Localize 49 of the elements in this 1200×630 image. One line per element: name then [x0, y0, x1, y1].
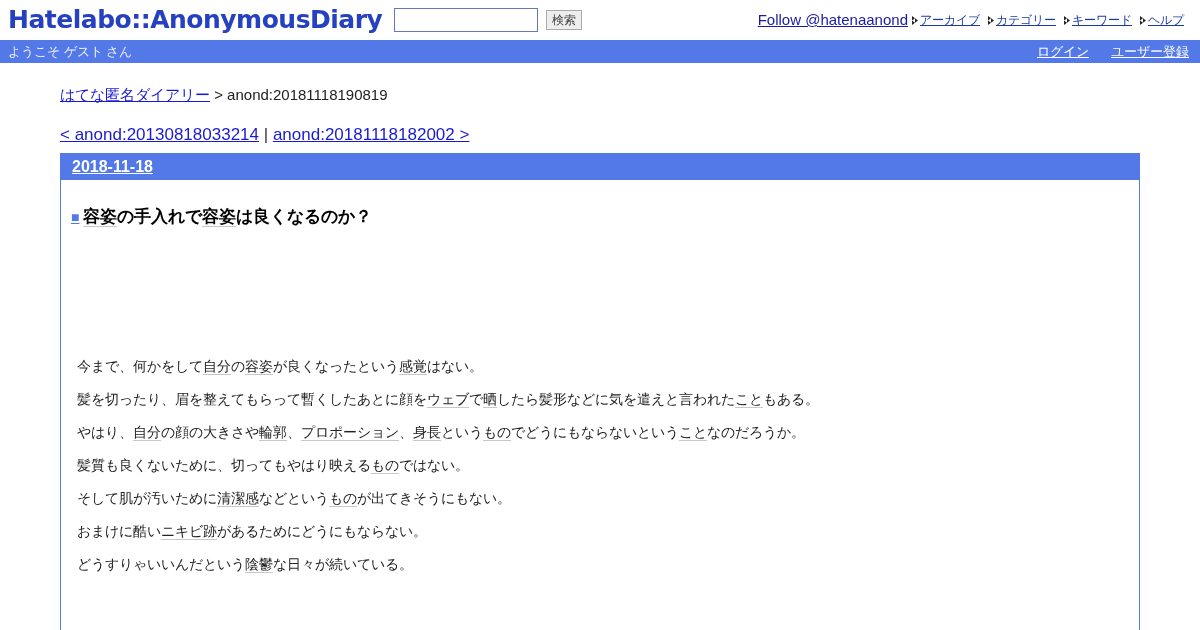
body-paragraph: 髪を切ったり、眉を整えてもらって暫くしたあとに顔をウェブで晒 したら髪形などに気を遣えと言われた こと もある。 [77, 389, 820, 409]
keyword-link[interactable]: こと [735, 390, 763, 408]
nav-link[interactable]: キーワード [1072, 10, 1132, 29]
nav-link[interactable]: ヘルプ [1148, 10, 1184, 29]
keyword-link[interactable]: もの [483, 423, 511, 441]
keyword-link[interactable]: もの [329, 489, 357, 507]
keyword-link[interactable]: 感覚 [399, 357, 427, 375]
search-button[interactable]: 検索 [546, 10, 583, 30]
previous-entry-link[interactable]: < anond:20130818033214 [60, 124, 259, 144]
body-paragraph: そして肌が汚いために清潔感などという ものが出てきそうにもない。 [77, 488, 512, 508]
account-link[interactable]: ユーザー登録 [1111, 41, 1189, 62]
breadcrumb-current: > anond:20181118190819 [214, 86, 388, 103]
nav-link[interactable]: カテゴリー [996, 10, 1056, 29]
entry-marker-link[interactable]: ■ [71, 207, 80, 228]
keyword-link[interactable]: 自分 [133, 423, 161, 441]
arrow-icon [988, 16, 994, 25]
arrow-icon [1140, 16, 1146, 25]
date-link[interactable]: 2018-11-18 [72, 155, 153, 179]
keyword-link[interactable]: 輪郭 [259, 423, 287, 441]
keyword-link[interactable]: 容姿 [202, 207, 237, 227]
breadcrumb-link[interactable]: はてな匿名ダイアリー [60, 86, 210, 103]
greeting-text: ようこそ ゲスト さん [8, 42, 133, 61]
search-field[interactable] [394, 8, 539, 32]
arrow-icon [912, 16, 918, 25]
next-entry-link[interactable]: anond:20181118182002 > [272, 124, 470, 144]
keyword-link[interactable]: こと [679, 423, 707, 441]
nav-link[interactable]: アーカイブ [920, 10, 980, 29]
pager-separator: | [263, 124, 269, 144]
account-link[interactable]: ログイン [1037, 41, 1089, 62]
keyword-link[interactable]: 容姿 [245, 357, 273, 375]
body-paragraph: やはり、自分の顔の大きさや輪郭、プロポーション、身長という ものでどうにもならないという こと なのだろうか。 [77, 422, 806, 442]
entry-title: 容姿の手入れで容姿は良くなるのか？ [83, 206, 373, 229]
body-paragraph: おまけに酷いニキビ跡があるためにどうにもならない。 [77, 521, 428, 541]
keyword-link[interactable]: 晒 [483, 390, 497, 408]
keyword-link[interactable]: 清潔感 [217, 489, 259, 507]
keyword-link[interactable]: 容姿 [83, 207, 118, 227]
keyword-link[interactable]: 身長 [413, 423, 441, 441]
follow-link[interactable]: Follow @hatenaanond [757, 9, 908, 32]
body-paragraph: どうすりゃいいんだという陰鬱な日々が続いている。 [77, 554, 414, 574]
keyword-link[interactable]: 自分 [203, 357, 231, 375]
body-paragraph: 今まで、何かをして 自分の容姿が良くなったという 感覚はない。 [77, 356, 484, 376]
arrow-icon [1064, 16, 1070, 25]
keyword-link[interactable]: 陰鬱 [245, 555, 273, 573]
keyword-link[interactable]: プロポーション [301, 423, 399, 441]
body-paragraph: 髪質も良くないために、切ってもやはり映える ものではない。 [77, 455, 470, 475]
keyword-link[interactable]: ウェブ [427, 390, 469, 408]
keyword-link[interactable]: ニキビ跡 [161, 522, 217, 540]
site-logo[interactable]: Hatelabo::AnonymousDiary [8, 0, 383, 40]
keyword-link[interactable]: もの [371, 456, 399, 474]
